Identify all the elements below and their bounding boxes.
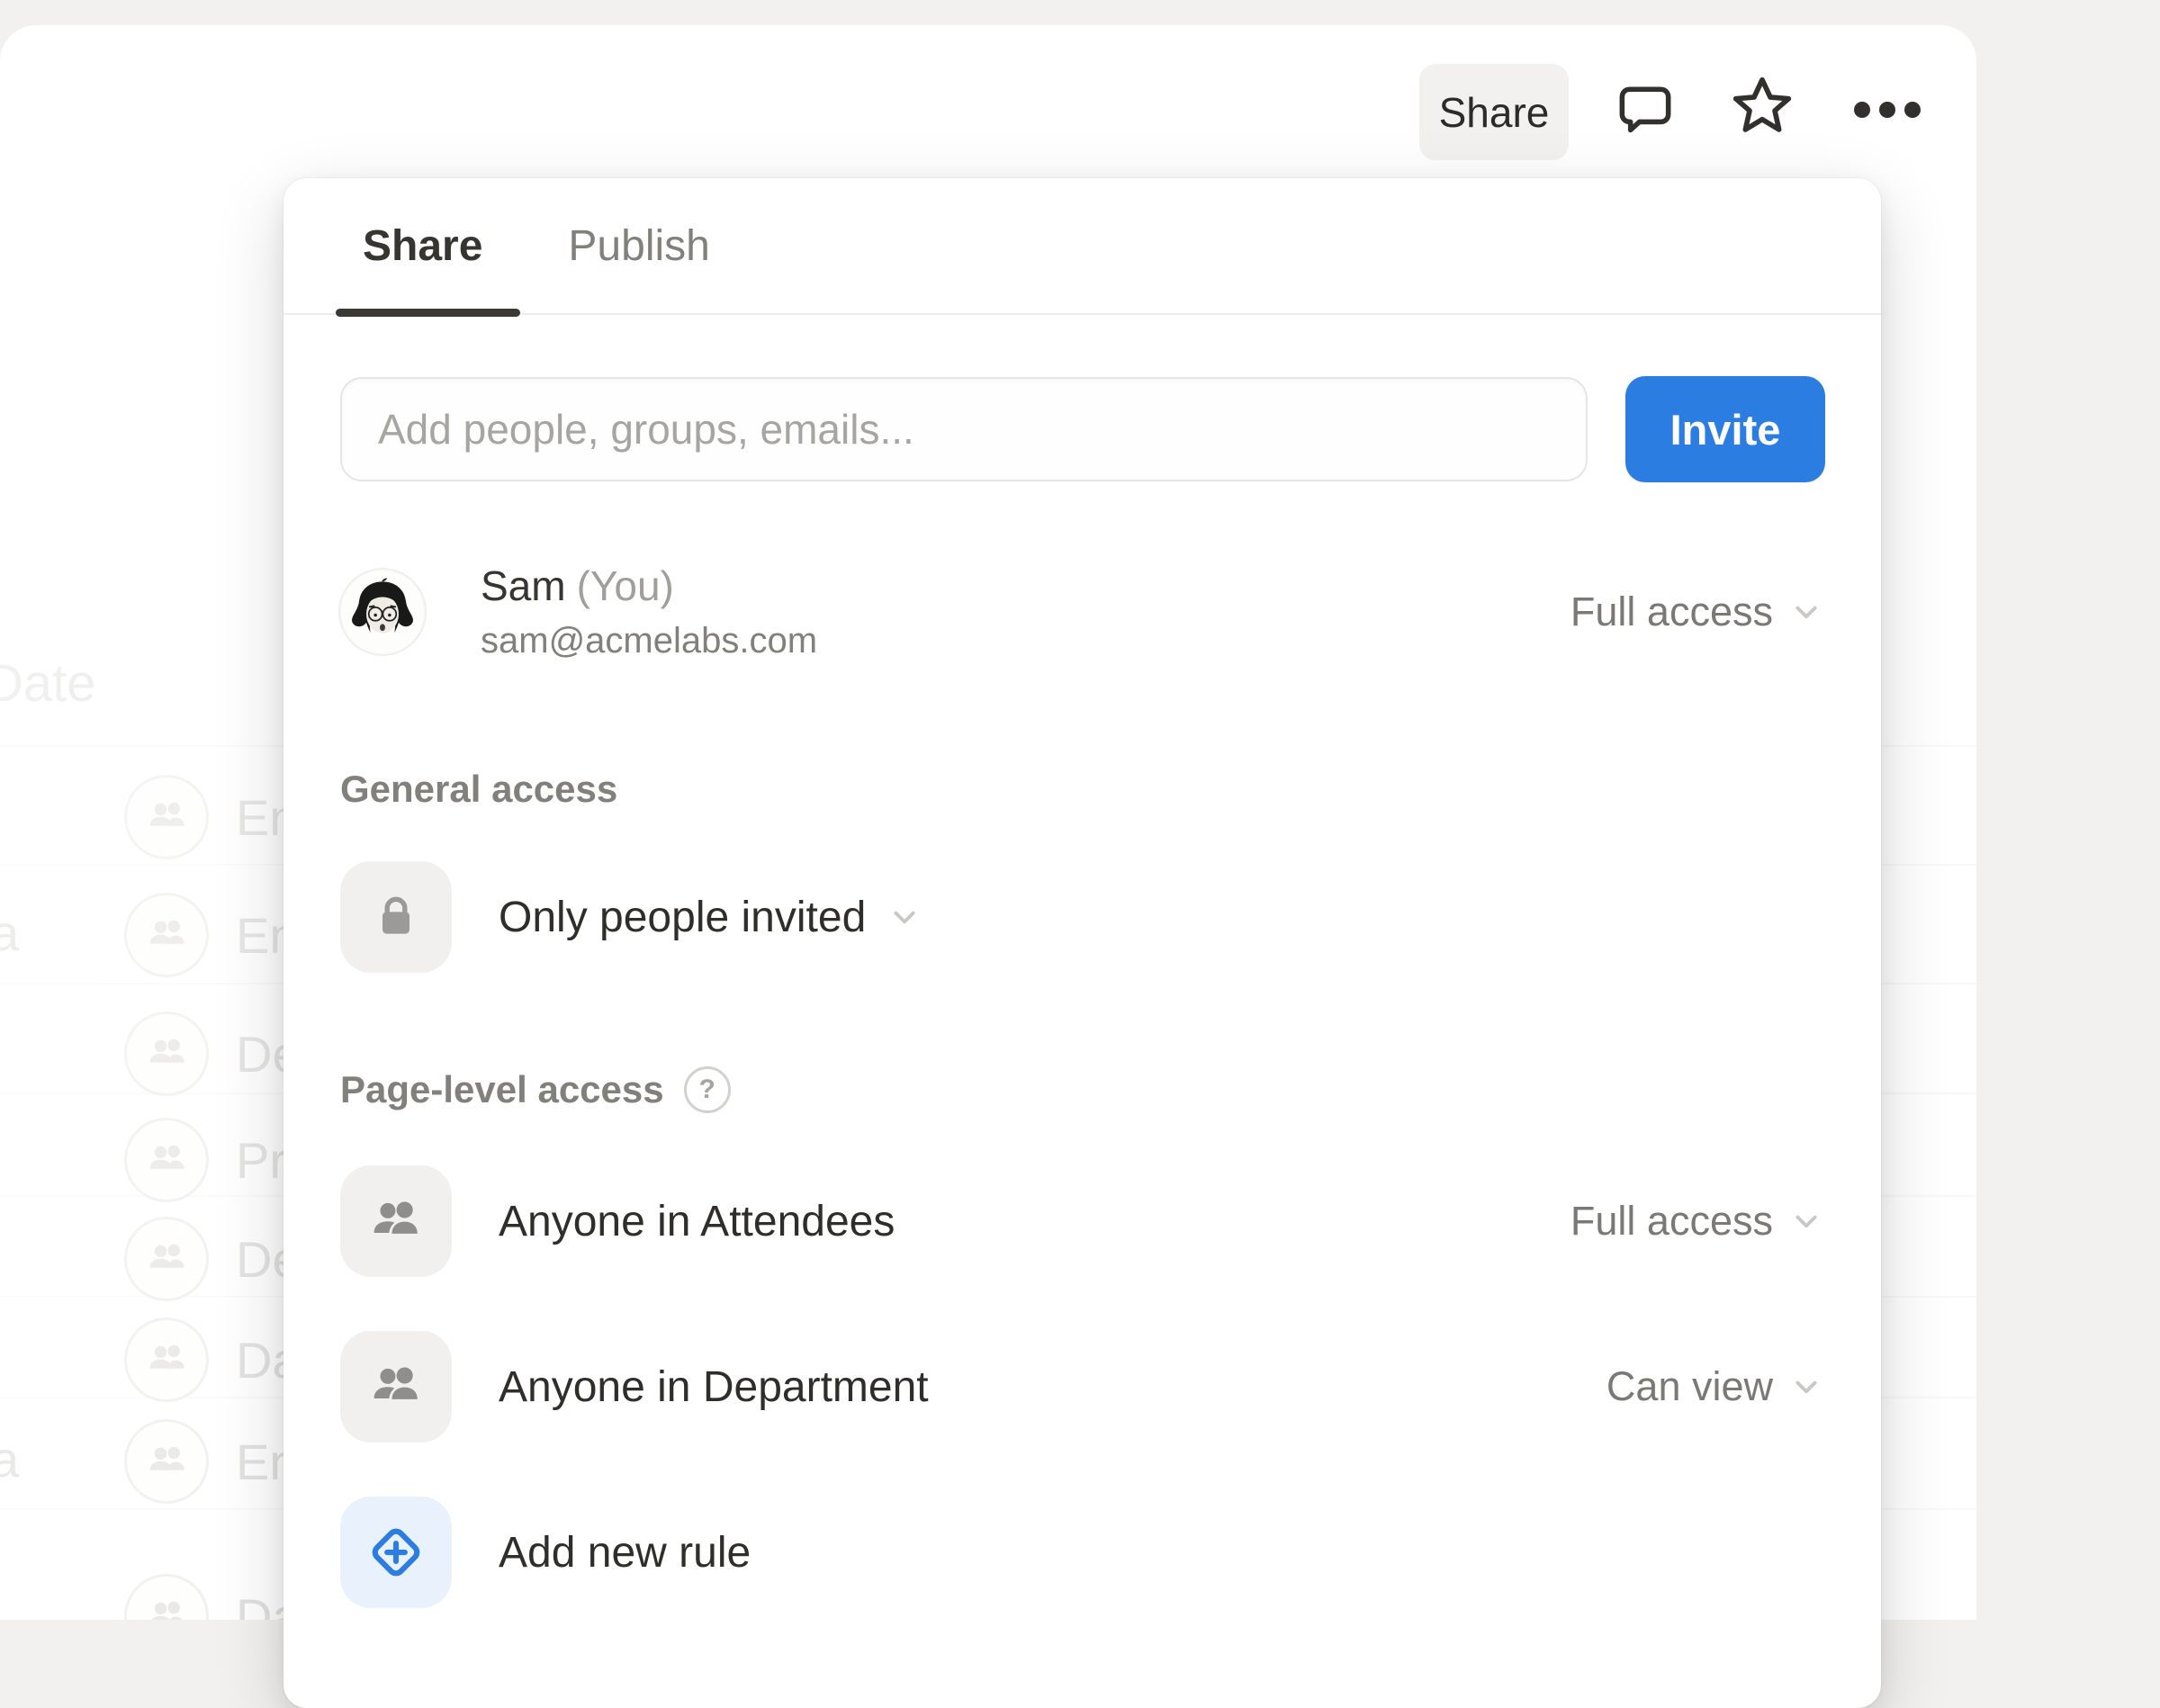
chevron-down-icon: [1787, 593, 1825, 631]
people-icon: [365, 1356, 427, 1417]
rule-row-attendees: Anyone in Attendees Full access: [340, 1165, 1825, 1277]
member-name: Sam: [481, 562, 566, 609]
share-dialog: Share Publish Invite: [284, 178, 1881, 1708]
app-page: Date a a Eng Eng Des Pro: [0, 25, 1976, 1620]
people-tile: [340, 1165, 452, 1277]
comment-icon[interactable]: [1614, 77, 1677, 142]
active-tab-underline: [336, 309, 520, 317]
rule-label: Anyone in Department: [499, 1362, 929, 1412]
more-ellipsis-icon[interactable]: [1847, 97, 1928, 122]
member-access-value: Full access: [1570, 589, 1773, 635]
people-tile: [340, 1331, 452, 1443]
rule-access-value: Full access: [1570, 1198, 1773, 1245]
invite-button[interactable]: Invite: [1625, 376, 1825, 482]
rule-row-department: Anyone in Department Can view: [340, 1331, 1825, 1443]
diamond-plus-icon: [364, 1521, 428, 1584]
member-info: Sam(You) sam@acmelabs.com: [481, 562, 817, 661]
member-you-suffix: (You): [577, 562, 674, 609]
star-icon[interactable]: [1726, 70, 1798, 142]
help-icon[interactable]: ?: [684, 1066, 731, 1113]
invite-row: Invite: [340, 376, 1825, 482]
rule-label: Anyone in Attendees: [499, 1197, 895, 1246]
page-level-access-title: Page-level access: [340, 1068, 664, 1111]
general-access-row: Only people invited: [340, 861, 1825, 973]
add-rule-tile: [340, 1497, 452, 1608]
people-icon: [365, 1191, 427, 1252]
rule-access-value: Can view: [1606, 1363, 1773, 1410]
lock-icon: [368, 889, 424, 945]
page-level-access-title-row: Page-level access ?: [340, 1066, 1825, 1113]
rule-access-dropdown[interactable]: Can view: [1606, 1363, 1825, 1410]
chevron-down-icon: [886, 898, 923, 936]
member-access-dropdown[interactable]: Full access: [1570, 589, 1825, 635]
chevron-down-icon: [1787, 1202, 1825, 1240]
add-new-rule-row[interactable]: Add new rule: [340, 1497, 1825, 1608]
add-rule-label: Add new rule: [499, 1528, 751, 1578]
general-access-title: General access: [340, 768, 1825, 811]
share-button[interactable]: Share: [1419, 64, 1569, 160]
lock-tile: [340, 861, 452, 973]
general-access-dropdown[interactable]: Only people invited: [499, 893, 923, 942]
dialog-tabs: Share Publish: [284, 178, 1881, 315]
tab-publish[interactable]: Publish: [568, 221, 709, 271]
member-email: sam@acmelabs.com: [481, 621, 817, 661]
member-row: Sam(You) sam@acmelabs.com Full access: [340, 562, 1825, 661]
tab-share[interactable]: Share: [363, 221, 482, 271]
chevron-down-icon: [1787, 1368, 1825, 1406]
general-access-value: Only people invited: [499, 893, 866, 942]
avatar: [340, 570, 425, 654]
add-people-input[interactable]: [340, 377, 1588, 481]
rule-access-dropdown[interactable]: Full access: [1570, 1198, 1825, 1245]
